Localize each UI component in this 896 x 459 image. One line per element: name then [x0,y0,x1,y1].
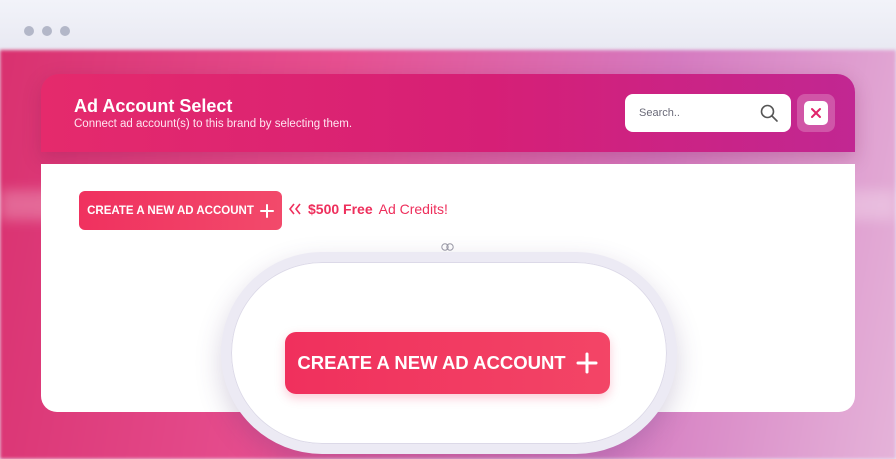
create-ad-account-button-zoomed[interactable]: CREATE A NEW AD ACCOUNT [285,332,610,394]
close-button-inner[interactable] [804,101,828,125]
window-dot [24,26,34,36]
search-input[interactable] [637,106,759,120]
zoom-magnifier: CREATE A NEW AD ACCOUNT [221,252,677,454]
plus-icon [259,203,274,218]
chevrons-left-icon [288,203,301,215]
window-controls [24,26,70,36]
cursor-icon [441,243,454,251]
modal-subtitle: Connect ad account(s) to this brand by s… [74,118,353,130]
credits-text: Ad Credits! [378,201,448,217]
modal-header: Ad Account Select Connect ad account(s) … [41,74,855,152]
window-dot [42,26,52,36]
free-credits-note: $500 Free Ad Credits! [288,201,448,217]
window-dot [60,26,70,36]
modal-title: Ad Account Select [74,96,233,116]
create-ad-account-label-zoomed: CREATE A NEW AD ACCOUNT [297,352,566,373]
credits-amount: $500 Free [308,201,373,217]
close-icon [811,108,821,118]
create-ad-account-label: CREATE A NEW AD ACCOUNT [87,204,254,217]
close-button[interactable] [797,94,835,132]
search-box[interactable] [625,94,791,132]
plus-icon [576,352,598,374]
search-icon[interactable] [759,103,779,123]
create-ad-account-button[interactable]: CREATE A NEW AD ACCOUNT [79,191,282,230]
